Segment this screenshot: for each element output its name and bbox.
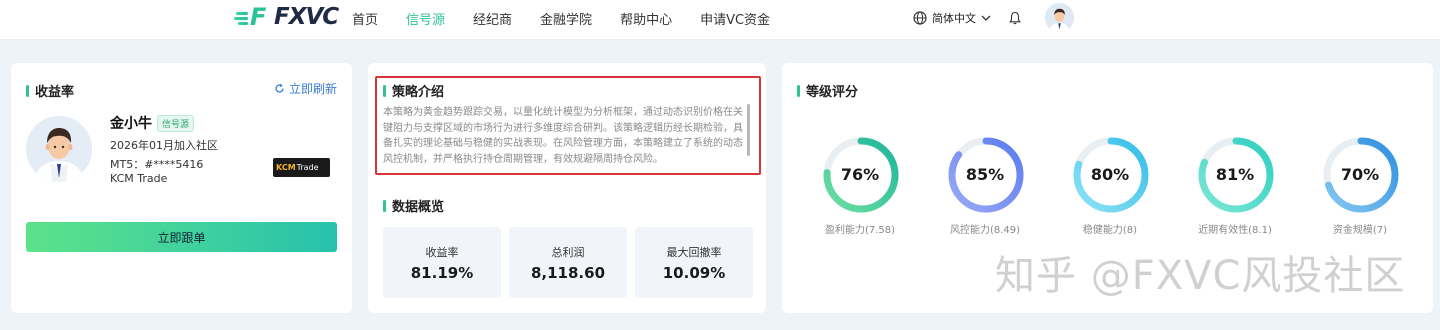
- logo-mark-icon: F: [234, 3, 272, 31]
- gauge-recent-effectiveness: 81% 近期有效性(8.1): [1194, 135, 1319, 236]
- fxvc-logo[interactable]: F FXVC: [234, 3, 339, 31]
- gauge-label: 盈利能力(7.58): [824, 225, 896, 236]
- language-label: 简体中文: [932, 12, 976, 25]
- chevron-down-icon: [981, 15, 991, 21]
- trader-avatar: [26, 116, 92, 182]
- stat-label: 总利润: [551, 246, 585, 259]
- gauge-label: 稳健能力(8): [1082, 225, 1138, 236]
- overview-stats: 收益率 81.19% 总利润 8,118.60 最大回撤率 10.09%: [383, 227, 761, 298]
- nav-item-signals[interactable]: 信号源: [406, 9, 445, 28]
- gauge-percent: 80%: [1090, 165, 1130, 184]
- stat-drawdown: 最大回撤率 10.09%: [635, 227, 753, 298]
- gauge-percent: 70%: [1340, 165, 1380, 184]
- strategy-scrollbar[interactable]: [747, 104, 750, 156]
- strategy-card: 策略介绍 本策略为黄金趋势跟踪交易，以量化统计模型为分析框架，通过动态识别价格在…: [368, 63, 766, 313]
- stat-label: 最大回撤率: [666, 246, 722, 259]
- nav-item-brokers[interactable]: 经纪商: [473, 9, 512, 28]
- gauge-capital-scale: 70% 资金规模(7): [1319, 135, 1440, 236]
- gauge-stability: 80% 稳健能力(8): [1069, 135, 1194, 236]
- broker-name: KCM Trade: [110, 172, 168, 185]
- profile-section-title: 收益率: [26, 81, 74, 100]
- user-avatar[interactable]: [1045, 3, 1074, 32]
- main-menu: 首页 信号源 经纪商 金融学院 帮助中心 申请VC资金: [352, 0, 798, 36]
- gauge-percent: 76%: [840, 165, 880, 184]
- mt5-account: MT5：#****5416: [110, 158, 204, 171]
- strategy-title: 策略介绍: [383, 81, 444, 100]
- stat-return: 收益率 81.19%: [383, 227, 501, 298]
- watermark: 知乎 @FXVC风投社区: [995, 253, 1406, 299]
- stat-value: 81.19%: [410, 264, 474, 282]
- nav-item-home[interactable]: 首页: [352, 9, 378, 28]
- gauge-percent: 85%: [965, 165, 1005, 184]
- broker-logo: KCM Trade: [273, 158, 330, 177]
- stat-value: 8,118.60: [530, 264, 606, 282]
- language-selector[interactable]: 简体中文: [913, 10, 996, 26]
- logo-text: FXVC: [274, 4, 339, 30]
- strategy-description: 本策略为黄金趋势跟踪交易，以量化统计模型为分析框架，通过动态识别价格在关键阻力与…: [383, 107, 743, 165]
- follow-button[interactable]: 立即跟单: [26, 222, 337, 252]
- nav-item-academy[interactable]: 金融学院: [540, 9, 592, 28]
- refresh-icon: [275, 83, 284, 93]
- overview-title: 数据概览: [383, 196, 444, 215]
- bell-icon[interactable]: [1009, 11, 1021, 25]
- nav-item-help[interactable]: 帮助中心: [620, 9, 672, 28]
- gauge-profitability: 76% 盈利能力(7.58): [819, 135, 944, 236]
- trader-name: 金小牛: [110, 116, 152, 132]
- stat-value: 10.09%: [662, 264, 726, 282]
- gauge-label: 风控能力(8.49): [949, 225, 1021, 236]
- rating-title: 等级评分: [797, 81, 858, 100]
- gauge-label: 近期有效性(8.1): [1198, 225, 1272, 236]
- nav-item-apply-vc[interactable]: 申请VC资金: [700, 9, 770, 28]
- top-nav: F FXVC 首页 信号源 经纪商 金融学院 帮助中心 申请VC资金 简体中文: [0, 0, 1440, 40]
- refresh-button[interactable]: 立即刷新: [274, 80, 337, 97]
- profile-card: 收益率 立即刷新 金小牛 信号源 2026年01月加入社区 MT5：#****5…: [11, 63, 352, 313]
- globe-icon: [913, 11, 927, 25]
- rating-gauges: 76% 盈利能力(7.58) 85% 风控能力(8.49) 80% 稳健能力(8) 81% 近…: [819, 135, 1440, 236]
- gauge-risk-control: 85% 风控能力(8.49): [944, 135, 1069, 236]
- signal-source-badge: 信号源: [157, 115, 195, 132]
- gauge-percent: 81%: [1215, 165, 1255, 184]
- stat-profit: 总利润 8,118.60: [509, 227, 627, 298]
- stat-label: 收益率: [425, 246, 459, 259]
- join-date: 2026年01月加入社区: [110, 139, 218, 152]
- gauge-label: 资金规模(7): [1332, 225, 1388, 236]
- refresh-label: 立即刷新: [288, 82, 337, 96]
